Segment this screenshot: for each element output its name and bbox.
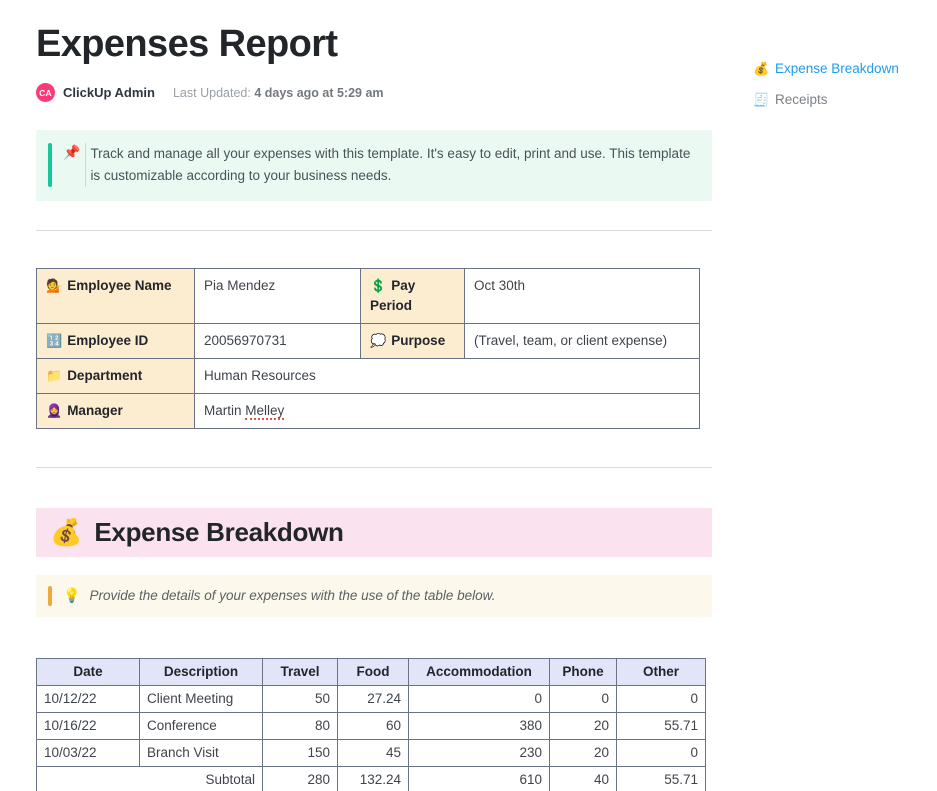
subtotal-row: Subtotal 280 132.24 610 40 55.71 [37, 766, 706, 791]
info-label-department: 📁 Department [37, 358, 195, 393]
info-label-employee-name: 💁 Employee Name [37, 268, 195, 323]
cell-description[interactable]: Conference [140, 712, 263, 739]
cell-phone[interactable]: 20 [550, 712, 617, 739]
column-header-food: Food [338, 658, 409, 685]
info-label-purpose: 💭 Purpose [361, 323, 465, 358]
info-value-employee-id[interactable]: 20056970731 [195, 323, 361, 358]
document-outline: 💰 Expense Breakdown 🧾 Receipts [753, 57, 933, 119]
outline-item-label: Receipts [775, 92, 828, 107]
subtotal-food: 132.24 [338, 766, 409, 791]
subtotal-other: 55.71 [617, 766, 706, 791]
cell-accommodation[interactable]: 380 [409, 712, 550, 739]
info-label-text: Manager [67, 403, 123, 418]
last-updated-value: 4 days ago at 5:29 am [254, 86, 383, 100]
document-meta: CA ClickUp Admin Last Updated: 4 days ag… [36, 82, 712, 104]
cell-date[interactable]: 10/16/22 [37, 712, 140, 739]
document-page: 💰 Expense Breakdown 🧾 Receipts Expenses … [0, 0, 937, 791]
info-label-manager: 🧕 Manager [37, 393, 195, 428]
employee-info-table: 💁 Employee Name Pia Mendez 💲Pay Period Oc… [36, 268, 700, 429]
subtotal-travel: 280 [263, 766, 338, 791]
info-label-text: Employee Name [67, 278, 171, 293]
cell-date[interactable]: 10/03/22 [37, 739, 140, 766]
info-label-text: Employee ID [67, 333, 148, 348]
subtotal-accommodation: 610 [409, 766, 550, 791]
table-row: 🔢 Employee ID 20056970731 💭 Purpose (Trave… [37, 323, 700, 358]
table-row: 💁 Employee Name Pia Mendez 💲Pay Period Oc… [37, 268, 700, 323]
table-row: 📁 Department Human Resources [37, 358, 700, 393]
lightbulb-icon: 💡 [63, 586, 80, 605]
dollar-sign-icon: 💲 [370, 278, 386, 293]
hint-callout-text: Provide the details of your expenses wit… [89, 586, 495, 606]
author-name: ClickUp Admin [63, 85, 155, 100]
cell-description[interactable]: Branch Visit [140, 739, 263, 766]
info-value-purpose[interactable]: (Travel, team, or client expense) [465, 323, 700, 358]
info-label-text: Department [67, 368, 142, 383]
table-row: 10/12/22 Client Meeting 50 27.24 0 0 0 [37, 685, 706, 712]
thought-balloon-icon: 💭 [370, 333, 386, 348]
outline-item-expense-breakdown[interactable]: 💰 Expense Breakdown [753, 57, 933, 79]
hint-callout: 💡 Provide the details of your expenses w… [36, 575, 712, 617]
column-header-other: Other [617, 658, 706, 685]
intro-callout-text: Track and manage all your expenses with … [85, 143, 698, 187]
info-label-employee-id: 🔢 Employee ID [37, 323, 195, 358]
column-header-accommodation: Accommodation [409, 658, 550, 685]
info-value-pay-period[interactable]: Oct 30th [465, 268, 700, 323]
column-header-date: Date [37, 658, 140, 685]
misspelled-word: Melley [245, 403, 284, 420]
expense-breakdown-heading: 💰 Expense Breakdown [36, 508, 712, 557]
cell-food[interactable]: 45 [338, 739, 409, 766]
input-numbers-icon: 🔢 [46, 333, 62, 348]
cell-other[interactable]: 0 [617, 685, 706, 712]
cell-phone[interactable]: 20 [550, 739, 617, 766]
cell-accommodation[interactable]: 230 [409, 739, 550, 766]
table-row: 10/03/22 Branch Visit 150 45 230 20 0 [37, 739, 706, 766]
column-header-phone: Phone [550, 658, 617, 685]
section-divider [36, 230, 712, 231]
person-tipping-hand-icon: 💁 [46, 278, 62, 293]
last-updated-prefix: Last Updated: [173, 86, 251, 100]
info-label-pay-period: 💲Pay Period [361, 268, 465, 323]
table-row: 10/16/22 Conference 80 60 380 20 55.71 [37, 712, 706, 739]
cell-travel[interactable]: 150 [263, 739, 338, 766]
cell-date[interactable]: 10/12/22 [37, 685, 140, 712]
outline-item-label: Expense Breakdown [775, 61, 899, 76]
cell-other[interactable]: 0 [617, 739, 706, 766]
subtotal-label: Subtotal [37, 766, 263, 791]
subtotal-phone: 40 [550, 766, 617, 791]
info-value-employee-name[interactable]: Pia Mendez [195, 268, 361, 323]
main-content: Expenses Report CA ClickUp Admin Last Up… [36, 0, 712, 791]
woman-headscarf-icon: 🧕 [46, 403, 62, 418]
info-label-text: Purpose [391, 333, 445, 348]
cell-accommodation[interactable]: 0 [409, 685, 550, 712]
receipt-icon: 🧾 [753, 93, 768, 106]
section-title: Expense Breakdown [94, 517, 343, 548]
section-divider [36, 467, 712, 468]
cell-travel[interactable]: 50 [263, 685, 338, 712]
last-updated: Last Updated: 4 days ago at 5:29 am [173, 86, 384, 100]
outline-item-receipts[interactable]: 🧾 Receipts [753, 88, 933, 110]
table-row: 🧕 Manager Martin Melley [37, 393, 700, 428]
money-bag-icon: 💰 [50, 519, 82, 545]
table-header-row: Date Description Travel Food Accommodati… [37, 658, 706, 685]
cell-travel[interactable]: 80 [263, 712, 338, 739]
avatar[interactable]: CA [36, 83, 55, 102]
money-bag-icon: 💰 [753, 62, 768, 75]
column-header-description: Description [140, 658, 263, 685]
cell-food[interactable]: 27.24 [338, 685, 409, 712]
folder-icon: 📁 [46, 368, 62, 383]
cell-description[interactable]: Client Meeting [140, 685, 263, 712]
cell-food[interactable]: 60 [338, 712, 409, 739]
intro-callout: 📌 Track and manage all your expenses wit… [36, 130, 712, 201]
info-value-department[interactable]: Human Resources [195, 358, 700, 393]
page-title: Expenses Report [36, 22, 712, 68]
info-value-manager[interactable]: Martin Melley [195, 393, 700, 428]
cell-phone[interactable]: 0 [550, 685, 617, 712]
column-header-travel: Travel [263, 658, 338, 685]
pushpin-icon: 📌 [63, 143, 80, 162]
cell-other[interactable]: 55.71 [617, 712, 706, 739]
expense-breakdown-table: Date Description Travel Food Accommodati… [36, 658, 706, 791]
